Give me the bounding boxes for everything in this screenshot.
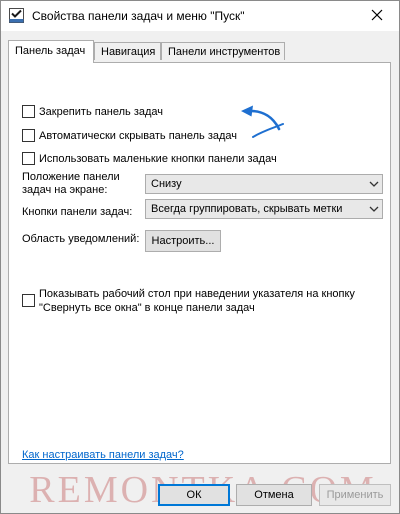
- notification-area-label: Область уведомлений:: [22, 233, 140, 245]
- small-buttons-checkbox[interactable]: [22, 152, 35, 165]
- autohide-taskbar-label[interactable]: Автоматически скрывать панель задач: [39, 130, 237, 142]
- taskbar-buttons-label: Кнопки панели задач:: [22, 206, 133, 218]
- small-buttons-label[interactable]: Использовать маленькие кнопки панели зад…: [39, 153, 277, 165]
- peek-desktop-label[interactable]: Показывать рабочий стол при наведении ук…: [39, 287, 355, 315]
- taskbar-properties-icon: [9, 8, 24, 23]
- ok-button[interactable]: ОК: [158, 484, 230, 506]
- autohide-taskbar-option[interactable]: Автоматически скрывать панель задач: [22, 129, 237, 142]
- taskbar-properties-window: Свойства панели задач и меню "Пуск" Пане…: [0, 0, 400, 514]
- apply-button[interactable]: Применить: [319, 484, 391, 506]
- small-buttons-option[interactable]: Использовать маленькие кнопки панели зад…: [22, 152, 277, 165]
- position-label-line1: Положение панели: [22, 171, 120, 183]
- tab-taskbar[interactable]: Панель задач: [8, 40, 94, 63]
- window-title: Свойства панели задач и меню "Пуск": [32, 9, 245, 23]
- chevron-down-icon: [366, 206, 382, 212]
- chevron-down-icon: [366, 181, 382, 187]
- dialog-client-area: Панель задач Навигация Панели инструмент…: [1, 31, 399, 513]
- tab-navigation[interactable]: Навигация: [94, 42, 161, 60]
- peek-desktop-checkbox[interactable]: [22, 294, 35, 307]
- lock-taskbar-option[interactable]: Закрепить панель задач: [22, 105, 163, 118]
- help-link[interactable]: Как настраивать панели задач?: [22, 449, 184, 461]
- taskbar-buttons-select[interactable]: Всегда группировать, скрывать метки: [145, 199, 383, 219]
- close-button[interactable]: [355, 1, 399, 31]
- customize-notifications-button[interactable]: Настроить...: [145, 230, 221, 252]
- position-label-line2: задач на экране:: [22, 184, 108, 196]
- peek-desktop-option[interactable]: Показывать рабочий стол при наведении ук…: [22, 287, 355, 315]
- title-bar[interactable]: Свойства панели задач и меню "Пуск": [1, 1, 399, 31]
- tab-toolbars[interactable]: Панели инструментов: [161, 42, 285, 60]
- tab-panel-taskbar: Закрепить панель задач Автоматически скр…: [8, 62, 391, 464]
- lock-taskbar-checkbox[interactable]: [22, 105, 35, 118]
- close-icon: [371, 9, 383, 24]
- taskbar-position-value: Снизу: [151, 178, 182, 190]
- taskbar-position-select[interactable]: Снизу: [145, 174, 383, 194]
- taskbar-buttons-value: Всегда группировать, скрывать метки: [151, 203, 343, 215]
- autohide-taskbar-checkbox[interactable]: [22, 129, 35, 142]
- peek-desktop-label-line2: "Свернуть все окна" в конце панели задач: [39, 302, 255, 314]
- cancel-button[interactable]: Отмена: [236, 484, 312, 506]
- lock-taskbar-label[interactable]: Закрепить панель задач: [39, 106, 163, 118]
- peek-desktop-label-line1: Показывать рабочий стол при наведении ук…: [39, 288, 355, 300]
